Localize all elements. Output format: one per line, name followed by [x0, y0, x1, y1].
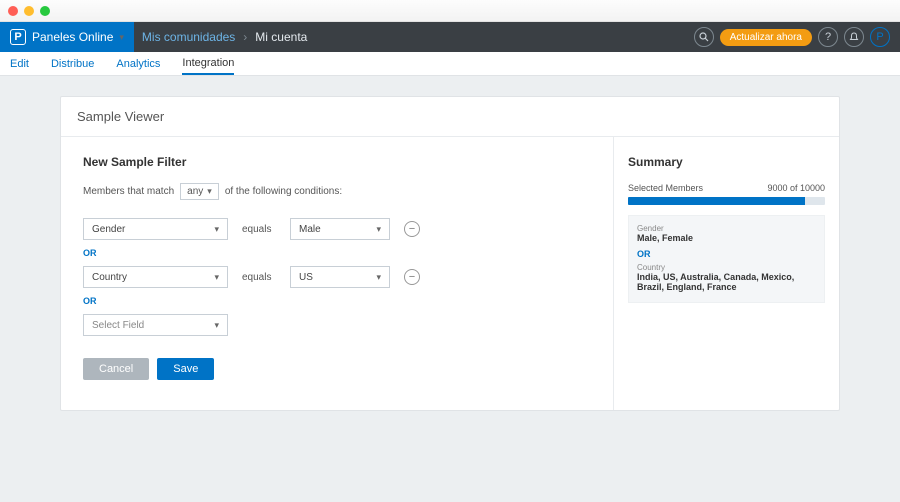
- minus-icon: −: [409, 224, 415, 235]
- selected-members-value: 9000 of 10000: [767, 183, 825, 193]
- save-button[interactable]: Save: [157, 358, 214, 380]
- chevron-down-icon: ▾: [376, 224, 381, 235]
- window-close-icon[interactable]: [8, 6, 18, 16]
- window-zoom-icon[interactable]: [40, 6, 50, 16]
- filter-row: Country ▾ equals US ▾ −: [83, 266, 591, 288]
- progress-bar-fill: [628, 197, 805, 205]
- field-select[interactable]: Country ▾: [83, 266, 228, 288]
- breadcrumb-account: Mi cuenta: [255, 30, 307, 44]
- breadcrumb-communities[interactable]: Mis comunidades: [142, 30, 235, 44]
- remove-row-button[interactable]: −: [404, 269, 420, 285]
- selected-members-label: Selected Members: [628, 183, 703, 193]
- summary-title: Summary: [628, 155, 825, 169]
- chevron-down-icon: ▾: [207, 186, 212, 197]
- upgrade-button[interactable]: Actualizar ahora: [720, 29, 812, 46]
- match-scope-select[interactable]: any ▾: [180, 183, 219, 200]
- minus-icon: −: [409, 272, 415, 283]
- value-text: Male: [299, 224, 321, 235]
- filter-title: New Sample Filter: [83, 155, 591, 169]
- tab-edit[interactable]: Edit: [10, 54, 29, 74]
- brand-logo-icon: P: [10, 29, 26, 45]
- tab-integration[interactable]: Integration: [182, 53, 234, 75]
- summary-block-value: Male, Female: [637, 233, 816, 243]
- match-suffix: of the following conditions:: [225, 186, 342, 197]
- remove-row-button[interactable]: −: [404, 221, 420, 237]
- sub-nav: Edit Distribue Analytics Integration: [0, 52, 900, 76]
- window-minimize-icon[interactable]: [24, 6, 34, 16]
- operator-label: equals: [242, 272, 276, 283]
- field-select[interactable]: Gender ▾: [83, 218, 228, 240]
- progress-bar: [628, 197, 825, 205]
- value-text: US: [299, 272, 313, 283]
- or-separator: OR: [83, 296, 591, 306]
- chevron-down-icon: ▾: [376, 272, 381, 283]
- summary-block-value: India, US, Australia, Canada, Mexico, Br…: [637, 272, 816, 292]
- summary-block-label: Country: [637, 263, 816, 272]
- match-scope-value: any: [187, 186, 203, 197]
- chevron-down-icon: ▾: [119, 32, 124, 43]
- sample-viewer-card: Sample Viewer New Sample Filter Members …: [60, 96, 840, 411]
- page-content: Sample Viewer New Sample Filter Members …: [0, 76, 900, 431]
- field-placeholder: Select Field: [92, 320, 144, 331]
- summary-conditions: Gender Male, Female OR Country India, US…: [628, 215, 825, 303]
- tab-distribute[interactable]: Distribue: [51, 54, 94, 74]
- filter-actions: Cancel Save: [83, 358, 591, 380]
- operator-label: equals: [242, 224, 276, 235]
- notifications-icon[interactable]: [844, 27, 864, 47]
- search-icon[interactable]: [694, 27, 714, 47]
- panel-title: Sample Viewer: [61, 97, 839, 137]
- filter-row-empty: Select Field ▾: [83, 314, 591, 336]
- chevron-down-icon: ▾: [214, 272, 219, 283]
- value-select[interactable]: US ▾: [290, 266, 390, 288]
- chevron-down-icon: ▾: [214, 224, 219, 235]
- brand-name: Paneles Online: [32, 30, 113, 44]
- cancel-button[interactable]: Cancel: [83, 358, 149, 380]
- filter-row: Gender ▾ equals Male ▾ −: [83, 218, 591, 240]
- help-icon[interactable]: ?: [818, 27, 838, 47]
- match-prefix: Members that match: [83, 186, 174, 197]
- account-icon[interactable]: P: [870, 27, 890, 47]
- brand-menu[interactable]: P Paneles Online ▾: [0, 22, 134, 52]
- breadcrumb-separator-icon: ›: [243, 30, 247, 44]
- breadcrumb: Mis comunidades › Mi cuenta: [142, 30, 307, 44]
- chevron-down-icon: ▾: [214, 320, 219, 331]
- field-select-empty[interactable]: Select Field ▾: [83, 314, 228, 336]
- filter-builder: New Sample Filter Members that match any…: [61, 137, 614, 410]
- summary-panel: Summary Selected Members 9000 of 10000 G…: [614, 137, 839, 410]
- field-value: Country: [92, 272, 127, 283]
- summary-block-label: Gender: [637, 224, 816, 233]
- window-titlebar: [0, 0, 900, 22]
- or-separator: OR: [637, 249, 816, 259]
- value-select[interactable]: Male ▾: [290, 218, 390, 240]
- or-separator: OR: [83, 248, 591, 258]
- tab-analytics[interactable]: Analytics: [116, 54, 160, 74]
- match-scope-line: Members that match any ▾ of the followin…: [83, 183, 591, 200]
- top-nav: P Paneles Online ▾ Mis comunidades › Mi …: [0, 22, 900, 52]
- selected-members-row: Selected Members 9000 of 10000: [628, 183, 825, 193]
- field-value: Gender: [92, 224, 125, 235]
